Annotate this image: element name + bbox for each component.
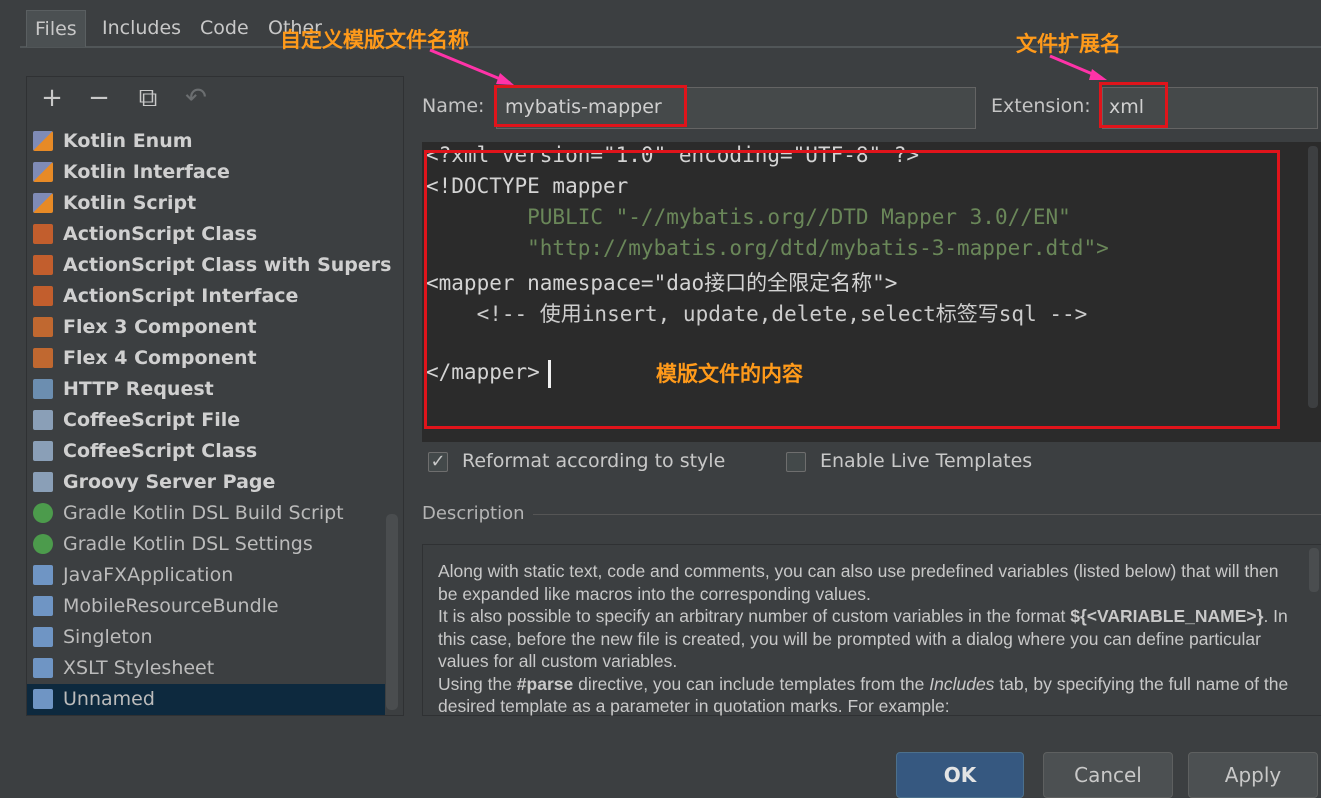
extension-annotation: 文件扩展名 [1016,32,1121,56]
annotation-arrows [429,48,1107,85]
name-arrow [429,48,511,85]
extension-arrow-head [1089,69,1107,80]
name-arrow-head [496,73,514,85]
name-annotation: 自定义模版文件名称 [280,28,469,52]
content-annotation: 模版文件的内容 [656,362,803,386]
